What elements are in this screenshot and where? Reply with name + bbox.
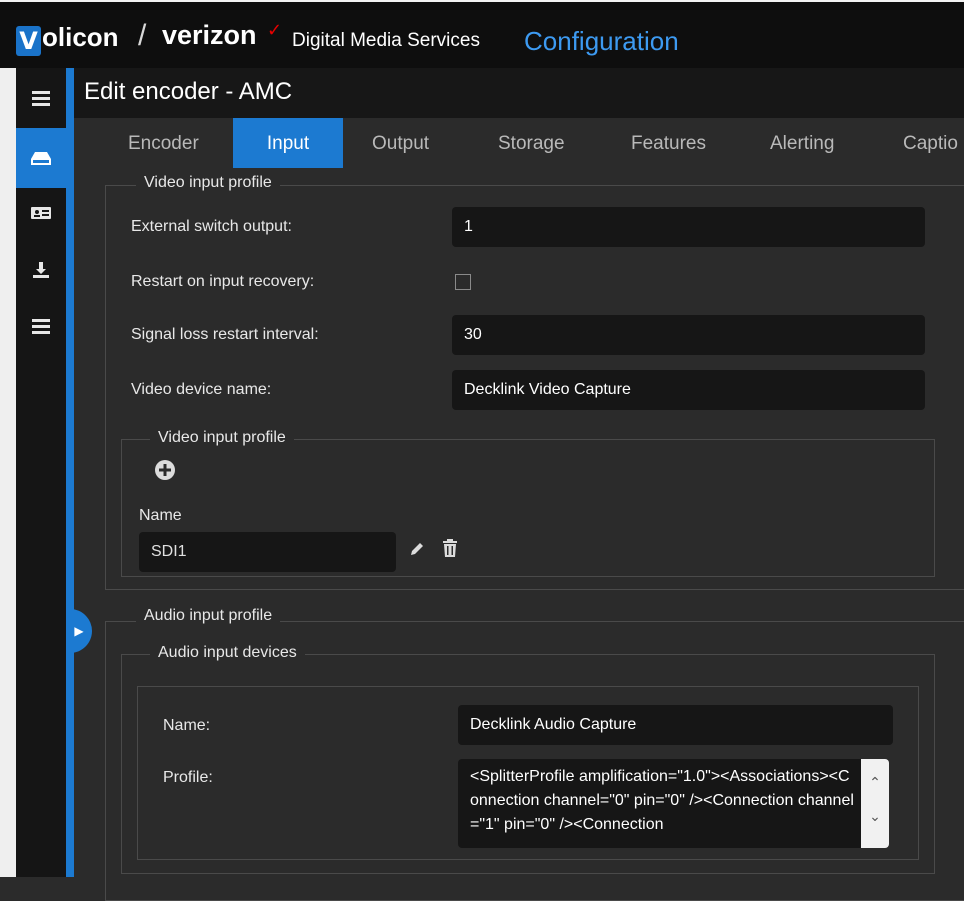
audio-device-name-label: Name: xyxy=(163,717,211,734)
product-name: Digital Media Services xyxy=(292,30,480,51)
sidebar-item-profiles[interactable] xyxy=(16,183,66,243)
tab-features[interactable]: Features xyxy=(631,118,706,168)
audio-input-profile-legend: Audio input profile xyxy=(136,607,281,625)
encoder-icon xyxy=(31,152,51,165)
sidebar-item-list[interactable] xyxy=(16,296,66,356)
add-profile-button[interactable] xyxy=(154,459,176,486)
signal-loss-restart-interval-label: Signal loss restart interval: xyxy=(131,326,319,343)
chevron-up-icon[interactable]: ⌃ xyxy=(861,775,889,791)
tab-bar: Encoder Input Output Storage Features Al… xyxy=(74,118,964,168)
section-title: Configuration xyxy=(524,26,679,56)
menu-button[interactable] xyxy=(16,68,66,128)
video-input-profiles-legend: Video input profile xyxy=(150,429,294,447)
window-edge xyxy=(0,68,16,877)
sidebar-item-downloads[interactable] xyxy=(16,240,66,300)
pencil-icon xyxy=(411,543,423,555)
download-icon xyxy=(33,262,49,278)
volicon-logo-text: olicon xyxy=(42,22,119,52)
plus-circle-icon xyxy=(155,460,175,480)
audio-profile-textarea[interactable]: <SplitterProfile amplification="1.0"><As… xyxy=(458,759,861,848)
id-card-icon xyxy=(31,207,51,219)
video-device-name-label: Video device name: xyxy=(131,381,272,398)
restart-on-input-recovery-label: Restart on input recovery: xyxy=(131,273,315,290)
trash-icon xyxy=(443,539,457,557)
edit-profile-button[interactable] xyxy=(408,540,426,563)
volicon-logo-mark: V xyxy=(16,26,41,56)
profile-name-input[interactable]: SDI1 xyxy=(139,532,396,572)
audio-input-devices-legend: Audio input devices xyxy=(150,644,305,662)
sidebar-item-encoders[interactable] xyxy=(16,128,66,188)
app-header: V olicon / verizon ✓ Digital Media Servi… xyxy=(0,0,964,68)
tab-storage[interactable]: Storage xyxy=(498,118,565,168)
verizon-logo: verizon xyxy=(162,20,257,50)
external-switch-output-label: External switch output: xyxy=(131,218,292,235)
list-icon xyxy=(32,319,50,334)
signal-loss-restart-interval-input[interactable]: 30 xyxy=(452,315,925,355)
chevron-down-icon[interactable]: ⌄ xyxy=(861,809,889,825)
profile-name-column-header: Name xyxy=(139,507,182,524)
logo-separator: / xyxy=(138,19,147,52)
tab-input[interactable]: Input xyxy=(233,118,343,168)
page-header: Edit encoder - AMC xyxy=(74,68,964,118)
audio-device-name-input[interactable]: Decklink Audio Capture xyxy=(458,705,893,745)
page-title: Edit encoder - AMC xyxy=(84,78,293,105)
sidebar-divider xyxy=(66,68,74,877)
restart-on-input-recovery-checkbox[interactable] xyxy=(455,274,471,290)
audio-profile-scrollbar[interactable]: ⌃ ⌄ xyxy=(861,759,889,848)
video-device-name-input[interactable]: Decklink Video Capture xyxy=(452,370,925,410)
menu-icon xyxy=(32,91,50,106)
sidebar xyxy=(16,68,66,877)
delete-profile-button[interactable] xyxy=(441,538,459,563)
sidebar-expand-button[interactable]: ▶ xyxy=(66,609,92,653)
audio-profile-label: Profile: xyxy=(163,769,213,786)
tab-encoder[interactable]: Encoder xyxy=(128,118,199,168)
verizon-check-icon: ✓ xyxy=(267,20,283,41)
video-input-profile-legend: Video input profile xyxy=(136,174,280,192)
external-switch-output-input[interactable]: 1 xyxy=(452,207,925,247)
chevron-right-icon: ▶ xyxy=(74,624,84,638)
tab-alerting[interactable]: Alerting xyxy=(770,118,834,168)
tab-output[interactable]: Output xyxy=(372,118,429,168)
tab-captions[interactable]: Captio xyxy=(903,118,958,168)
